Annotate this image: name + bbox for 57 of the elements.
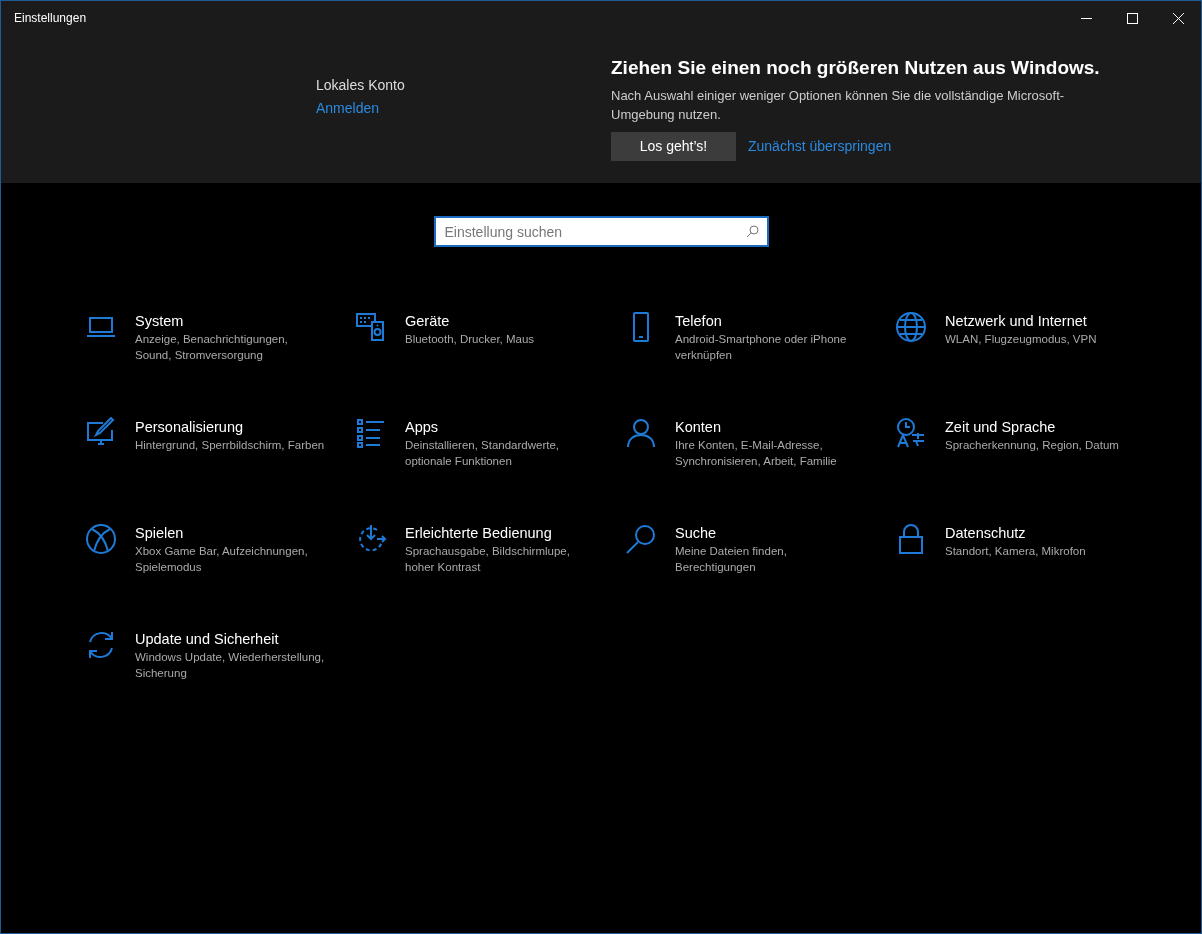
search-field[interactable]: Einstellung suchen bbox=[433, 216, 769, 247]
category-description: Xbox Game Bar, Aufzeichnungen, Spielemodus bbox=[135, 544, 309, 575]
category-title: Personalisierung bbox=[135, 418, 244, 437]
category-title: Datenschutz bbox=[945, 524, 1027, 543]
settings-category[interactable]: Suche Meine Dateien finden, Berechtigungen bbox=[625, 523, 895, 629]
settings-category[interactable]: Personalisierung Hintergrund, Sperrbildschirm, Farben bbox=[85, 417, 355, 523]
settings-category[interactable]: Spielen Xbox Game Bar, Aufzeichnungen, Spielemodus bbox=[85, 523, 355, 629]
settings-category[interactable]: Geräte Bluetooth, Drucker, Maus bbox=[355, 311, 625, 417]
category-title: Geräte bbox=[405, 312, 451, 331]
category-description: Standort, Kamera, Mikrofon bbox=[945, 544, 1087, 559]
account-name: Lokales Konto bbox=[316, 76, 406, 95]
settings-category[interactable]: Update und Sicherheit Windows Update, Wiederherstellung, Sicherung bbox=[85, 629, 355, 735]
xbox-icon bbox=[85, 523, 117, 555]
category-title: Spielen bbox=[135, 524, 185, 543]
category-title: Zeit und Sprache bbox=[945, 418, 1057, 437]
maximize-icon bbox=[1126, 12, 1138, 24]
globe-icon bbox=[895, 311, 927, 343]
category-title: Erleichterte Bedienung bbox=[405, 524, 553, 543]
category-description: Deinstallieren, Standardwerte, optionale Funktionen bbox=[405, 438, 561, 469]
settings-category[interactable]: Erleichterte Bedienung Sprachausgabe, Bildschirmlupe, hoher Kontrast bbox=[355, 523, 625, 629]
category-title: Konten bbox=[675, 418, 722, 437]
promo-text: Nach Auswahl einiger weniger Optionen können Sie die vollständige Microsoft-Umgebung nutzen. bbox=[611, 86, 1066, 124]
category-description: Hintergrund, Sperrbildschirm, Farben bbox=[135, 438, 325, 453]
category-description: Meine Dateien finden, Berechtigungen bbox=[675, 544, 788, 575]
category-description: Anzeige, Benachrichtigungen, Sound, Stromversorgung bbox=[135, 332, 289, 363]
category-description: WLAN, Flugzeugmodus, VPN bbox=[945, 332, 1098, 347]
category-description: Windows Update, Wiederherstellung, Sicherung bbox=[135, 650, 325, 681]
window-title: Einstellungen bbox=[14, 10, 87, 27]
keyboard-speaker-icon bbox=[355, 311, 387, 343]
category-title: System bbox=[135, 312, 185, 331]
settings-category[interactable]: Zeit und Sprache Spracherkennung, Region, Datum bbox=[895, 417, 1165, 523]
settings-category[interactable]: Datenschutz Standort, Kamera, Mikrofon bbox=[895, 523, 1165, 629]
settings-category[interactable]: System Anzeige, Benachrichtigungen, Sound, Stromversorgung bbox=[85, 311, 355, 417]
category-title: Netzwerk und Internet bbox=[945, 312, 1088, 331]
category-title: Suche bbox=[675, 524, 718, 543]
settings-category[interactable]: Telefon Android-Smartphone oder iPhone verknüpfen bbox=[625, 311, 895, 417]
promo-heading: Ziehen Sie einen noch größeren Nutzen aus Windows. bbox=[611, 57, 1101, 80]
category-description: Sprachausgabe, Bildschirmlupe, hoher Kontrast bbox=[405, 544, 571, 575]
category-description: Bluetooth, Drucker, Maus bbox=[405, 332, 536, 347]
search-icon bbox=[745, 225, 759, 238]
settings-category[interactable]: Apps Deinstallieren, Standardwerte, optionale Funktionen bbox=[355, 417, 625, 523]
get-started-button[interactable]: Los geht’s! bbox=[611, 131, 736, 161]
category-title: Apps bbox=[405, 418, 440, 437]
category-title: Update und Sicherheit bbox=[135, 630, 280, 649]
close-icon bbox=[1172, 12, 1184, 24]
category-description: Android-Smartphone oder iPhone verknüpfen bbox=[675, 332, 848, 363]
settings-category[interactable]: Netzwerk und Internet WLAN, Flugzeugmodus, VPN bbox=[895, 311, 1165, 417]
category-description: Ihre Konten, E-Mail-Adresse, Synchronisieren, Arbeit, Familie bbox=[675, 438, 838, 469]
list-icon bbox=[355, 417, 387, 449]
skip-link[interactable]: Zunächst überspringen bbox=[748, 135, 892, 157]
magnifier-icon bbox=[625, 523, 657, 555]
person-icon bbox=[625, 417, 657, 449]
category-title: Telefon bbox=[675, 312, 723, 331]
settings-category[interactable]: Konten Ihre Konten, E-Mail-Adresse, Synchronisieren, Arbeit, Familie bbox=[625, 417, 895, 523]
sign-in-link[interactable]: Anmelden bbox=[316, 100, 380, 116]
clock-language-icon bbox=[895, 417, 927, 449]
category-description: Spracherkennung, Region, Datum bbox=[945, 438, 1120, 453]
